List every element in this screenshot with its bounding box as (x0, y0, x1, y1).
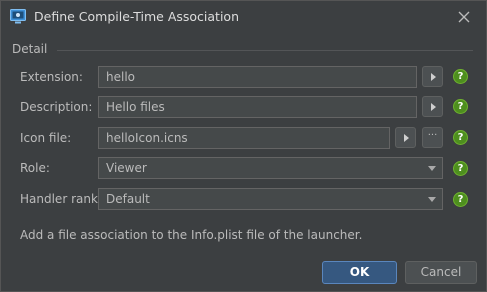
chevron-down-icon (428, 166, 436, 171)
icon-file-help-icon[interactable]: ? (453, 130, 468, 145)
handler-rank-select-value: Default (106, 192, 150, 206)
cancel-button[interactable]: Cancel (405, 261, 477, 284)
ellipsis-icon: ··· (427, 130, 438, 141)
close-button[interactable] (454, 7, 474, 27)
description-field[interactable]: Hello files (98, 96, 417, 118)
app-window-icon (10, 9, 26, 24)
section-detail-label: Detail (12, 42, 48, 56)
extension-expand-button[interactable] (422, 66, 443, 87)
chevron-down-icon (428, 197, 436, 202)
handler-rank-help-icon[interactable]: ? (453, 192, 468, 207)
play-arrow-icon (431, 72, 436, 81)
handler-rank-label: Handler rank: (20, 192, 102, 206)
icon-file-field[interactable]: helloIcon.icns (98, 127, 390, 149)
section-divider (57, 50, 473, 51)
description-help-icon[interactable]: ? (453, 99, 468, 114)
close-icon (458, 11, 470, 23)
ok-button[interactable]: OK (322, 261, 397, 284)
role-select-value: Viewer (106, 161, 147, 175)
dialog-title: Define Compile-Time Association (34, 9, 239, 24)
description-label: Description: (20, 100, 93, 114)
description-expand-button[interactable] (422, 96, 443, 117)
icon-file-label: Icon file: (20, 131, 72, 145)
role-label: Role: (20, 161, 50, 175)
handler-rank-select[interactable]: Default (98, 188, 443, 210)
icon-file-expand-button[interactable] (395, 127, 416, 148)
play-arrow-icon (404, 133, 409, 142)
hint-text: Add a file association to the Info.plist… (20, 228, 363, 242)
role-help-icon[interactable]: ? (453, 161, 468, 176)
dialog-window: Define Compile-Time Association Detail E… (0, 0, 487, 292)
play-arrow-icon (431, 102, 436, 111)
extension-field[interactable]: hello (98, 66, 417, 88)
title-bar[interactable]: Define Compile-Time Association (1, 1, 486, 33)
icon-file-browse-button[interactable]: ··· (422, 127, 443, 148)
role-select[interactable]: Viewer (98, 157, 443, 179)
extension-label: Extension: (20, 70, 83, 84)
extension-help-icon[interactable]: ? (453, 69, 468, 84)
